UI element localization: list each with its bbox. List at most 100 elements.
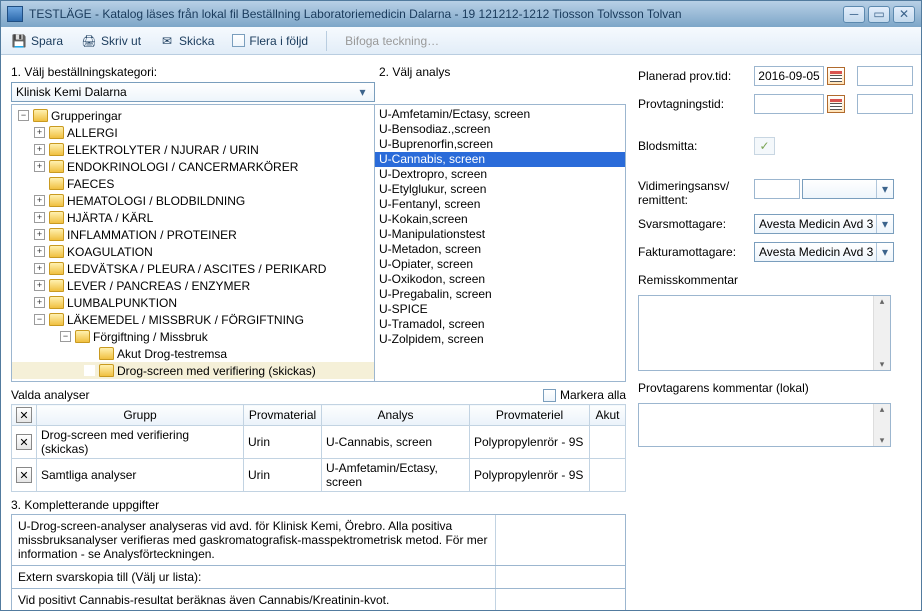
list-item[interactable]: U-Tramadol, screen <box>375 317 625 332</box>
folder-icon <box>49 313 64 326</box>
tree-node[interactable]: +ALLERGI <box>12 124 374 141</box>
col-provmateriel[interactable]: Provmateriel <box>470 405 590 426</box>
tree-node[interactable]: +KOAGULATION <box>12 243 374 260</box>
multi-toggle[interactable]: Flera i följd <box>228 32 312 50</box>
close-button[interactable]: ✕ <box>893 6 915 23</box>
tree-node[interactable]: +LEDVÄTSKA / PLEURA / ASCITES / PERIKARD <box>12 260 374 277</box>
tree-node[interactable]: +LEVER / PANCREAS / ENZYMER <box>12 277 374 294</box>
expand-icon[interactable]: + <box>34 161 45 172</box>
right-column: Planerad prov.tid: 2016-09-05 Provtagnin… <box>634 65 913 602</box>
expand-icon[interactable]: + <box>34 144 45 155</box>
multi-checkbox[interactable] <box>232 34 245 47</box>
list-item[interactable]: U-Amfetamin/Ectasy, screen <box>375 107 625 122</box>
vidim-label: Vidimeringsansv/ remittent: <box>638 179 754 207</box>
provtag-date-input[interactable] <box>754 94 824 114</box>
col-provmaterial[interactable]: Provmaterial <box>244 405 322 426</box>
list-item[interactable]: U-Opiater, screen <box>375 257 625 272</box>
table-row[interactable]: ✕Drog-screen med verifiering (skickas)Ur… <box>12 426 626 459</box>
print-button[interactable]: 🖨Skriv ut <box>77 31 145 51</box>
folder-icon <box>99 364 114 377</box>
tree-node[interactable]: +LUMBALPUNKTION <box>12 294 374 311</box>
tree-leaf-selected[interactable]: Drog-screen med verifiering (skickas) <box>12 362 374 379</box>
vidim-combo[interactable]: ▾ <box>802 179 894 199</box>
list-item[interactable]: U-Oxikodon, screen <box>375 272 625 287</box>
maximize-button[interactable]: ▭ <box>868 6 890 23</box>
step2-label: 2. Välj analys <box>379 65 626 82</box>
tree-root[interactable]: −Grupperingar <box>12 107 374 124</box>
scrollbar[interactable]: ▴▾ <box>873 404 890 446</box>
chevron-down-icon: ▾ <box>876 180 893 198</box>
col-grupp[interactable]: Grupp <box>37 405 244 426</box>
provtag-time-input[interactable] <box>857 94 913 114</box>
expand-icon[interactable]: + <box>34 297 45 308</box>
list-item[interactable]: U-Pregabalin, screen <box>375 287 625 302</box>
provtag-label: Provtagningstid: <box>638 97 754 111</box>
komp-cannabis-value[interactable] <box>496 589 625 610</box>
attach-button[interactable]: Bifoga teckning… <box>341 32 443 50</box>
tree-leaf[interactable]: Akut Drog-testremsa <box>12 345 374 362</box>
list-item[interactable]: U-SPICE <box>375 302 625 317</box>
list-item[interactable]: U-Buprenorfin,screen <box>375 137 625 152</box>
send-button[interactable]: ✉Skicka <box>155 31 218 51</box>
komp-extern-value[interactable] <box>496 566 625 588</box>
list-item[interactable]: U-Manipulationstest <box>375 227 625 242</box>
faktura-label: Fakturamottagare: <box>638 245 754 259</box>
collapse-icon[interactable]: − <box>34 314 45 325</box>
tree-node[interactable]: +ELEKTROLYTER / NJURAR / URIN <box>12 141 374 158</box>
list-item[interactable]: U-Bensodiaz.,screen <box>375 122 625 137</box>
col-analys[interactable]: Analys <box>322 405 470 426</box>
collapse-icon[interactable]: − <box>60 331 71 342</box>
save-button[interactable]: 💾Spara <box>7 31 67 51</box>
tree-node[interactable]: +ENDOKRINOLOGI / CANCERMARKÖRER <box>12 158 374 175</box>
svars-combo[interactable]: Avesta Medicin Avd 3▾ <box>754 214 894 234</box>
tree-node[interactable]: +HEMATOLOGI / BLODBILDNING <box>12 192 374 209</box>
list-item[interactable]: U-Kokain,screen <box>375 212 625 227</box>
remiss-textarea[interactable]: ▴▾ <box>638 295 891 371</box>
list-item[interactable]: U-Metadon, screen <box>375 242 625 257</box>
collapse-icon[interactable]: − <box>18 110 29 121</box>
tree-leaf[interactable]: Etanol och Övrigt alkoholrelaterat <box>12 379 374 382</box>
folder-icon <box>49 160 64 173</box>
tree-node[interactable]: −LÄKEMEDEL / MISSBRUK / FÖRGIFTNING <box>12 311 374 328</box>
expand-icon[interactable]: + <box>34 195 45 206</box>
expand-icon[interactable]: + <box>34 212 45 223</box>
expand-icon[interactable]: + <box>34 280 45 291</box>
tree-node[interactable]: +HJÄRTA / KÄRL <box>12 209 374 226</box>
vidim-input-1[interactable] <box>754 179 800 199</box>
expand-icon[interactable]: + <box>34 127 45 138</box>
list-item[interactable]: U-Fentanyl, screen <box>375 197 625 212</box>
planerad-time-input[interactable] <box>857 66 913 86</box>
analysis-list[interactable]: U-Amfetamin/Ectasy, screenU-Bensodiaz.,s… <box>375 104 626 382</box>
provtag-komm-textarea[interactable]: ▴▾ <box>638 403 891 447</box>
expand-icon[interactable]: + <box>34 246 45 257</box>
list-item[interactable]: U-Dextropro, screen <box>375 167 625 182</box>
scrollbar[interactable]: ▴▾ <box>873 296 890 370</box>
category-tree[interactable]: −Grupperingar +ALLERGI+ELEKTROLYTER / NJ… <box>11 104 375 382</box>
expand-icon[interactable]: + <box>34 263 45 274</box>
list-item[interactable]: U-Zolpidem, screen <box>375 332 625 347</box>
tree-node[interactable]: FAECES <box>12 175 374 192</box>
chevron-down-icon: ▾ <box>876 215 893 233</box>
content: 1. Välj beställningskategori: 2. Välj an… <box>1 55 921 610</box>
delete-all-header[interactable]: ✕ <box>12 405 37 426</box>
folder-icon <box>99 347 114 360</box>
col-akut[interactable]: Akut <box>590 405 626 426</box>
category-dropdown[interactable]: Klinisk Kemi Dalarna ▾ <box>11 82 375 102</box>
tree-node[interactable]: +INFLAMMATION / PROTEINER <box>12 226 374 243</box>
planerad-date-input[interactable]: 2016-09-05 <box>754 66 824 86</box>
faktura-combo[interactable]: Avesta Medicin Avd 3▾ <box>754 242 894 262</box>
calendar-icon[interactable] <box>827 67 845 85</box>
calendar-icon[interactable] <box>827 95 845 113</box>
blodsmitta-checkbox[interactable]: ✓ <box>754 137 775 155</box>
list-item[interactable]: U-Cannabis, screen <box>375 152 625 167</box>
table-row[interactable]: ✕Samtliga analyserUrinU-Amfetamin/Ectasy… <box>12 459 626 492</box>
mark-all-checkbox[interactable] <box>543 389 556 402</box>
minimize-button[interactable]: ─ <box>843 6 865 23</box>
mark-all-toggle[interactable]: Markera alla <box>543 388 626 402</box>
remove-row-button[interactable]: ✕ <box>16 434 32 450</box>
tree-subnode[interactable]: −Förgiftning / Missbruk <box>12 328 374 345</box>
list-item[interactable]: U-Etylglukur, screen <box>375 182 625 197</box>
expand-icon[interactable]: + <box>34 229 45 240</box>
remove-row-button[interactable]: ✕ <box>16 467 32 483</box>
folder-icon <box>49 194 64 207</box>
